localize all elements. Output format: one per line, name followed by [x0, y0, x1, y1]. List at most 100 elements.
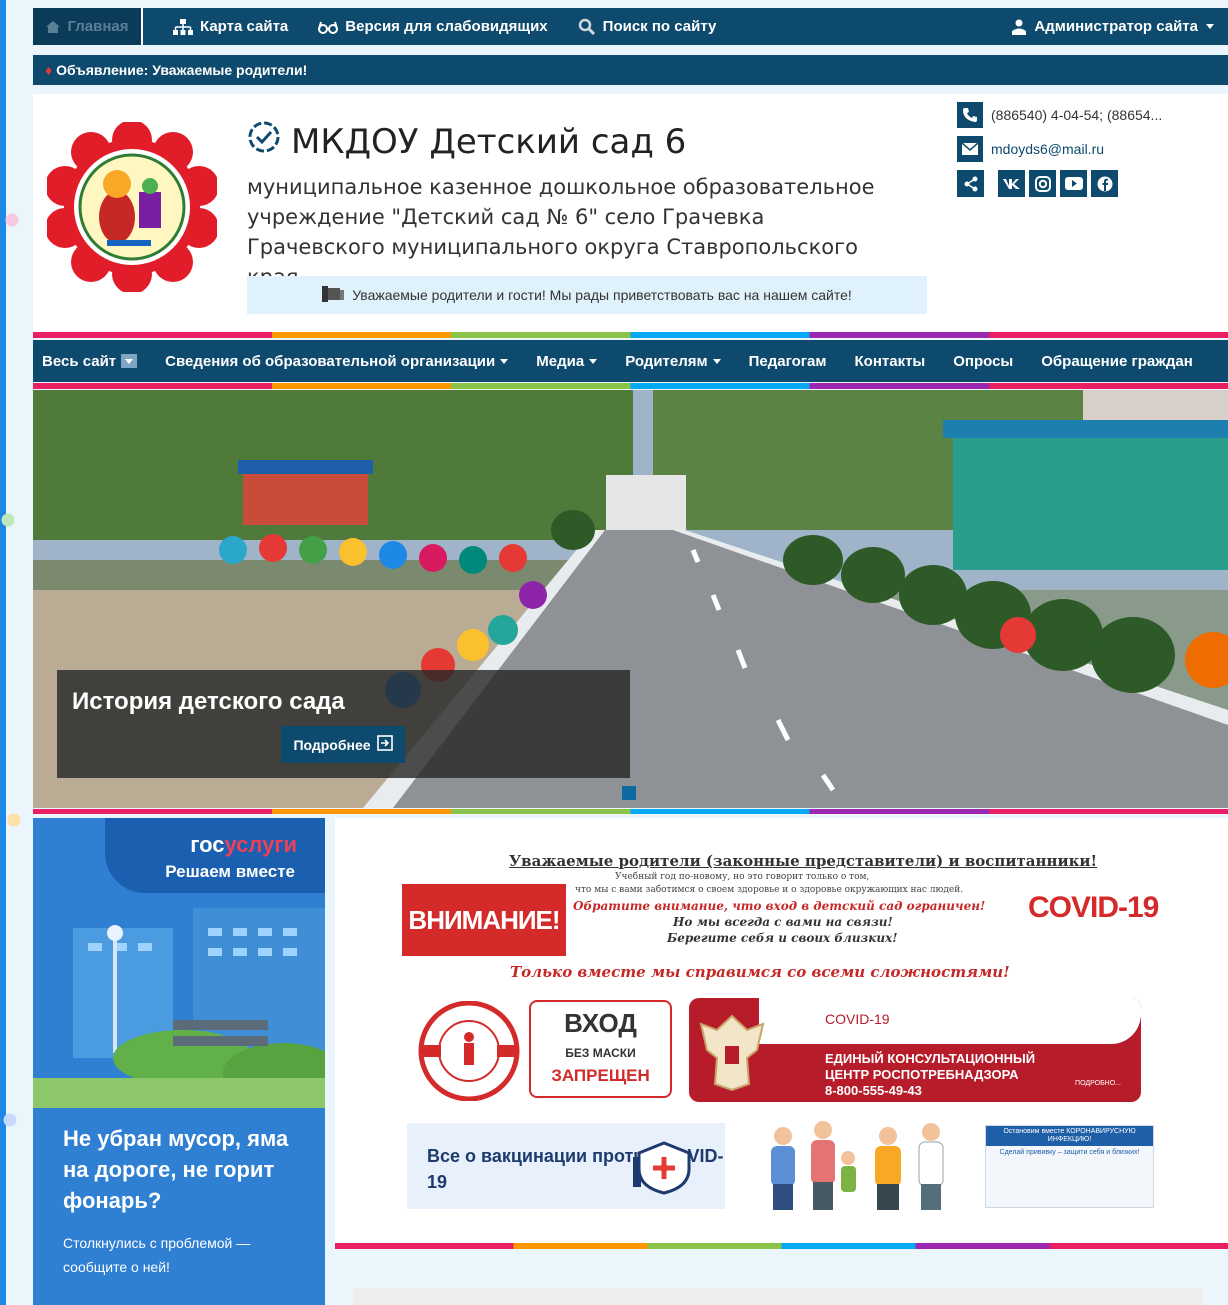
nav-media[interactable]: Медиа: [522, 353, 611, 370]
nav-polls[interactable]: Опросы: [939, 353, 1027, 370]
rpn-center-name: ЕДИНЫЙ КОНСУЛЬТАЦИОННЫЙ ЦЕНТР РОСПОТРЕБН…: [825, 1051, 1036, 1082]
scroll-icon: [322, 285, 345, 305]
covid-heading: Уважаемые родители (законные представите…: [509, 852, 1098, 870]
announcement-bar[interactable]: ♦ Объявление: Уважаемые родители!: [33, 55, 1228, 85]
rospotrebnadzor-banner[interactable]: COVID-19 ЕДИНЫЙ КОНСУЛЬТАЦИОННЫЙ ЦЕНТР Р…: [689, 998, 1141, 1102]
instagram-icon[interactable]: [1029, 170, 1056, 197]
covid19-logo: COVID-19: [1028, 891, 1159, 924]
nav-polls-label: Опросы: [953, 352, 1014, 370]
badge-check-icon: [247, 120, 281, 163]
kindergarten-logo[interactable]: [45, 120, 219, 294]
sitemap-link[interactable]: Карта сайта: [173, 18, 288, 35]
glasses-icon: [318, 20, 339, 34]
attention-badge: ВНИМАНИЕ!: [402, 884, 566, 956]
admin-label: Администратор сайта: [1034, 18, 1198, 35]
rpn-phone: 8-800-555-49-43: [825, 1083, 922, 1098]
nav-all-site-label: Весь сайт: [42, 352, 117, 370]
eagle-emblem-icon: [699, 1014, 765, 1092]
nav-contacts-label: Контакты: [854, 352, 926, 370]
content-block-placeholder: [353, 1288, 1203, 1305]
search-icon: [578, 18, 596, 36]
covid-text-line-2: что мы с вами заботимся о своем здоровье…: [575, 885, 964, 895]
gosuslugi-tagline: Решаем вместе: [165, 862, 295, 881]
gosuslugi-brand: госуслуги: [190, 832, 297, 858]
chevron-down-icon: [712, 358, 721, 364]
covid-text-line-6: Только вместе мы справимся со всеми слож…: [510, 963, 1010, 981]
chevron-down-icon: [589, 358, 598, 364]
brand-part-uslugi: услуги: [224, 832, 297, 857]
main-navigation: Весь сайт Сведения об образовательной ор…: [33, 340, 1228, 382]
menu-toggle-icon: [121, 354, 138, 368]
city-park-illustration: [33, 908, 325, 1108]
search-link[interactable]: Поиск по сайту: [578, 18, 717, 36]
image-slider[interactable]: История детского сада Подробнее: [33, 390, 1228, 808]
covid-text-line-4: Но мы всегда с вами на связи!: [673, 915, 893, 929]
announcement-text: Объявление: Уважаемые родители!: [56, 62, 308, 78]
phone-icon: [957, 102, 983, 128]
rainbow-divider: [33, 332, 1228, 338]
nav-parents-label: Родителям: [625, 352, 708, 370]
site-subtitle: муниципальное казенное дошкольное образо…: [247, 175, 875, 289]
phone-contact[interactable]: (886540) 4-04-54; (88654...: [957, 102, 1162, 128]
facebook-icon[interactable]: [1091, 170, 1118, 197]
vaccination-poster[interactable]: Остановим вместе КОРОНАВИРУСНУЮ ИНФЕКЦИЮ…: [985, 1125, 1154, 1208]
poster-heading: Остановим вместе КОРОНАВИРУСНУЮ ИНФЕКЦИЮ…: [986, 1126, 1153, 1146]
gosuslugi-banner[interactable]: госуслуги Решаем вместе Не убран мусор, …: [33, 818, 325, 1305]
slide-more-label: Подробнее: [293, 736, 371, 753]
entry-word: ВХОД: [564, 1008, 637, 1038]
nav-teachers[interactable]: Педагогам: [735, 353, 841, 370]
brand-part-gos: гос: [190, 832, 225, 857]
admin-menu[interactable]: Администратор сайта: [1012, 18, 1214, 35]
social-links: [957, 170, 1162, 197]
sitemap-label: Карта сайта: [200, 18, 289, 35]
covid-text-line-5: Берегите себя и своих близких!: [667, 931, 898, 945]
email-contact[interactable]: mdoyds6@mail.ru: [957, 136, 1162, 162]
rpn-more-link[interactable]: ПОДРОБНО...: [1075, 1080, 1121, 1087]
vaccination-banner[interactable]: Все о вакцинации против COVID-19: [407, 1123, 725, 1209]
welcome-text: Уважаемые родители и гости! Мы рады прив…: [352, 287, 852, 303]
accessibility-link[interactable]: Версия для слабовидящих: [318, 18, 548, 35]
nav-contacts[interactable]: Контакты: [841, 353, 940, 370]
slider-dot[interactable]: [622, 786, 636, 800]
site-title[interactable]: МКДОУ Детский сад 6: [247, 120, 686, 163]
welcome-message: Уважаемые родители и гости! Мы рады прив…: [247, 276, 927, 314]
nav-parents[interactable]: Родителям: [611, 353, 734, 370]
gosuslugi-question: Не убран мусор, яма на дороге, не горит …: [63, 1126, 289, 1213]
site-header: МКДОУ Детский сад 6 муниципальное казенн…: [33, 94, 1228, 338]
youtube-icon[interactable]: [1060, 170, 1087, 197]
no-mask-word: БЕЗ МАСКИ: [565, 1046, 636, 1060]
chevron-down-icon: [1206, 24, 1214, 29]
poster-subheading: Сделай прививку – защити себя и близких!: [999, 1149, 1140, 1156]
vk-icon[interactable]: [998, 170, 1025, 197]
admin-topbar: Главная Карта сайта Версия для слабовидя…: [33, 8, 1228, 45]
nav-info-label: Сведения об образовательной организации: [165, 352, 496, 370]
phone-text: (886540) 4-04-54; (88654...: [991, 107, 1163, 123]
rpn-text: ЕДИНЫЙ КОНСУЛЬТАЦИОННЫЙ ЦЕНТР РОСПОТРЕБН…: [825, 1051, 1075, 1099]
rainbow-divider: [33, 383, 1228, 389]
covid-info-panel: Уважаемые родители (законные представите…: [335, 818, 1228, 1243]
gosuslugi-call-to-action: Столкнулись с проблемой — сообщите о ней…: [63, 1235, 251, 1275]
pin-icon: ♦: [45, 62, 53, 78]
search-label: Поиск по сайту: [602, 18, 717, 35]
covid-text-line-1: Учебный год по-новому, но это говорит то…: [615, 872, 870, 882]
slide-more-button[interactable]: Подробнее: [281, 726, 405, 763]
social-distance-sign: [418, 1001, 520, 1101]
accessibility-label: Версия для слабовидящих: [345, 18, 548, 35]
site-title-text: МКДОУ Детский сад 6: [291, 121, 687, 162]
share-icon[interactable]: [957, 170, 984, 197]
rpn-covid-label: COVID-19: [825, 1011, 890, 1027]
no-mask-entry-sign: ВХОД БЕЗ МАСКИ ЗАПРЕЩЕН: [529, 1000, 672, 1098]
external-link-icon: [376, 735, 393, 754]
slide-caption: История детского сада Подробнее: [57, 670, 630, 778]
sitemap-icon: [173, 18, 193, 35]
nav-info[interactable]: Сведения об образовательной организации: [151, 353, 522, 370]
contacts-block: (886540) 4-04-54; (88654... mdoyds6@mail…: [957, 102, 1162, 197]
email-text: mdoyds6@mail.ru: [991, 141, 1105, 157]
home-link[interactable]: Главная: [33, 8, 143, 45]
rainbow-divider: [335, 1243, 1228, 1249]
rainbow-divider: [33, 809, 1228, 814]
nav-appeals[interactable]: Обращение граждан: [1027, 353, 1207, 370]
nav-all-site[interactable]: Весь сайт: [33, 353, 151, 370]
family-vaccination-illustration: [771, 1121, 944, 1210]
slide-title: История детского сада: [72, 688, 345, 715]
